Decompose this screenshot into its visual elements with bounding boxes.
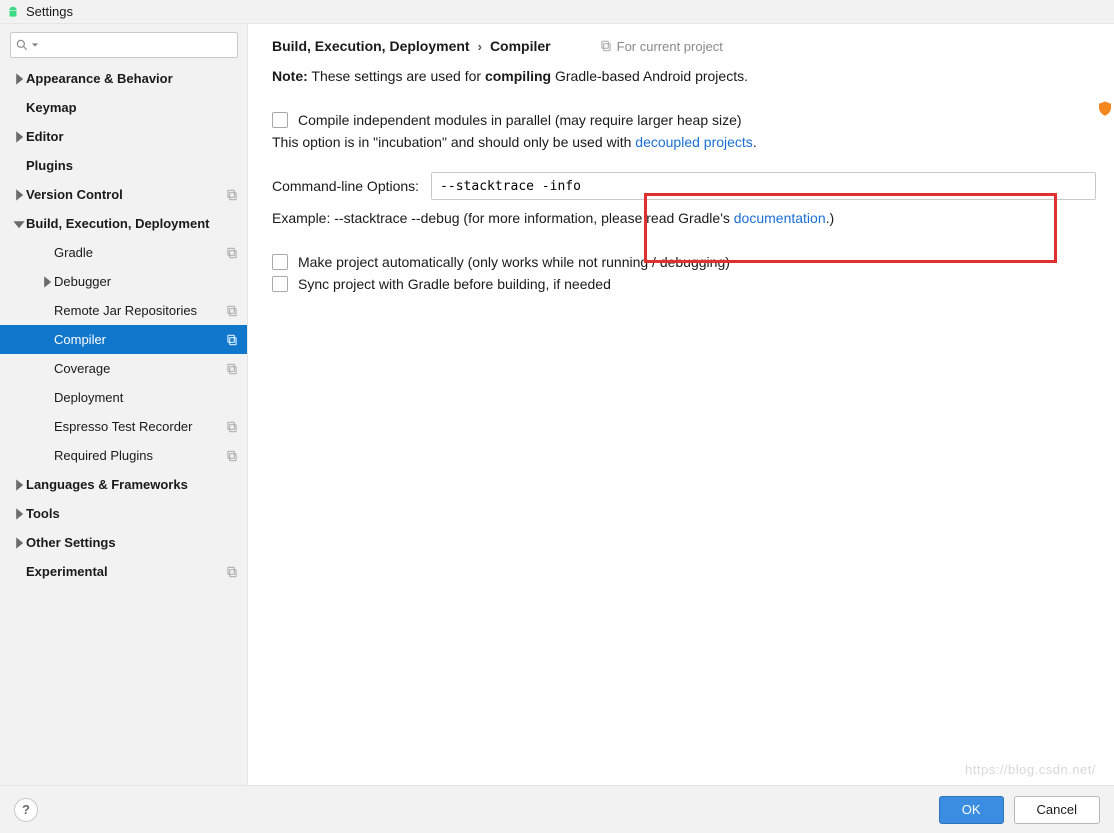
android-icon [6, 5, 20, 19]
search-icon [15, 38, 29, 52]
sidebar-item-version-control[interactable]: Version Control [0, 180, 247, 209]
sidebar-item-debugger[interactable]: Debugger [0, 267, 247, 296]
sidebar-item-deployment[interactable]: Deployment [0, 383, 247, 412]
checkbox-auto[interactable]: Make project automatically (only works w… [272, 254, 1096, 270]
sidebar-item-label: Debugger [54, 274, 239, 289]
cmdline-example: Example: --stacktrace --debug (for more … [272, 210, 1096, 226]
sidebar-item-label: Required Plugins [54, 448, 225, 463]
checkbox-label: Make project automatically (only works w… [298, 254, 730, 270]
sidebar-item-label: Other Settings [26, 535, 239, 550]
checkbox-box[interactable] [272, 276, 288, 292]
link-documentation[interactable]: documentation [734, 210, 826, 226]
copy-icon [225, 449, 239, 463]
sidebar-item-appearance-behavior[interactable]: Appearance & Behavior [0, 64, 247, 93]
copy-icon [225, 565, 239, 579]
note-line: Note: These settings are used for compil… [272, 68, 1096, 84]
sidebar-item-espresso-test-recorder[interactable]: Espresso Test Recorder [0, 412, 247, 441]
sidebar-item-keymap[interactable]: Keymap [0, 93, 247, 122]
sidebar-item-label: Deployment [54, 390, 239, 405]
copy-icon [225, 188, 239, 202]
sidebar-item-label: Languages & Frameworks [26, 477, 239, 492]
ok-button[interactable]: OK [939, 796, 1004, 824]
settings-tree: Appearance & Behavior Keymap Editor Plugins… [0, 64, 247, 785]
copy-icon [599, 39, 613, 53]
sidebar-item-coverage[interactable]: Coverage [0, 354, 247, 383]
sidebar-item-label: Version Control [26, 187, 225, 202]
copy-icon [225, 304, 239, 318]
chevron-down-icon [31, 41, 39, 49]
cmdline-label: Command-line Options: [272, 178, 419, 194]
link-decoupled-projects[interactable]: decoupled projects [635, 134, 753, 150]
project-scope: For current project [599, 39, 723, 54]
search-input[interactable] [10, 32, 238, 58]
checkbox-box[interactable] [272, 112, 288, 128]
footer: ? OK Cancel [0, 785, 1114, 833]
sidebar-item-plugins[interactable]: Plugins [0, 151, 247, 180]
sidebar-item-build-execution-deployment[interactable]: Build, Execution, Deployment [0, 209, 247, 238]
cancel-button[interactable]: Cancel [1014, 796, 1100, 824]
breadcrumb-seg2: Compiler [490, 38, 551, 54]
copy-icon [225, 362, 239, 376]
copy-icon [225, 246, 239, 260]
sidebar-item-experimental[interactable]: Experimental [0, 557, 247, 586]
checkbox-sync[interactable]: Sync project with Gradle before building… [272, 276, 1096, 292]
sidebar-item-label: Keymap [26, 100, 239, 115]
sidebar: Appearance & Behavior Keymap Editor Plugins… [0, 24, 248, 785]
sidebar-item-editor[interactable]: Editor [0, 122, 247, 151]
breadcrumb-seg1: Build, Execution, Deployment [272, 38, 470, 54]
titlebar: Settings [0, 0, 1114, 24]
sidebar-item-required-plugins[interactable]: Required Plugins [0, 441, 247, 470]
sidebar-item-tools[interactable]: Tools [0, 499, 247, 528]
sidebar-item-compiler[interactable]: Compiler [0, 325, 247, 354]
checkbox-parallel[interactable]: Compile independent modules in parallel … [272, 112, 1096, 128]
sidebar-item-label: Coverage [54, 361, 225, 376]
sidebar-item-label: Experimental [26, 564, 225, 579]
sidebar-item-label: Compiler [54, 332, 225, 347]
cmdline-input[interactable] [431, 172, 1096, 200]
copy-icon [225, 420, 239, 434]
cmdline-row: Command-line Options: [272, 172, 1096, 200]
checkbox-label: Sync project with Gradle before building… [298, 276, 611, 292]
sidebar-item-label: Remote Jar Repositories [54, 303, 225, 318]
main-panel: Build, Execution, Deployment › Compiler … [248, 24, 1114, 785]
sidebar-item-label: Plugins [26, 158, 239, 173]
checkbox-label: Compile independent modules in parallel … [298, 112, 742, 128]
search-field[interactable] [39, 37, 233, 54]
sidebar-item-remote-jar-repositories[interactable]: Remote Jar Repositories [0, 296, 247, 325]
help-button[interactable]: ? [14, 798, 38, 822]
copy-icon [225, 333, 239, 347]
sidebar-item-label: Gradle [54, 245, 225, 260]
sidebar-item-label: Tools [26, 506, 239, 521]
breadcrumb: Build, Execution, Deployment › Compiler … [272, 38, 1096, 54]
sidebar-item-languages-frameworks[interactable]: Languages & Frameworks [0, 470, 247, 499]
breadcrumb-sep: › [478, 39, 482, 54]
window-title: Settings [26, 4, 73, 19]
incubation-note: This option is in "incubation" and shoul… [272, 134, 1096, 150]
shield-icon [1096, 98, 1114, 120]
sidebar-item-label: Editor [26, 129, 239, 144]
sidebar-item-label: Build, Execution, Deployment [26, 216, 239, 231]
checkbox-box[interactable] [272, 254, 288, 270]
sidebar-item-gradle[interactable]: Gradle [0, 238, 247, 267]
sidebar-item-other-settings[interactable]: Other Settings [0, 528, 247, 557]
sidebar-item-label: Appearance & Behavior [26, 71, 239, 86]
highlight-box [644, 193, 1057, 263]
sidebar-item-label: Espresso Test Recorder [54, 419, 225, 434]
